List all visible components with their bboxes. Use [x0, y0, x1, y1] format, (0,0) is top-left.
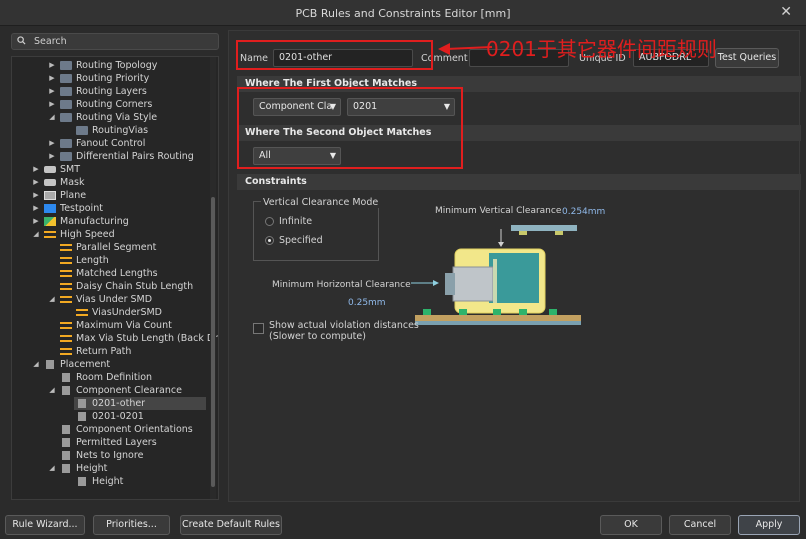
first-match-type-dropdown[interactable]: Component Cla ▼: [253, 98, 341, 116]
first-match-heading: Where The First Object Matches: [237, 76, 801, 92]
high-speed-icon: [44, 231, 56, 238]
collapse-arrow-icon[interactable]: ◢: [48, 462, 56, 475]
title-bar: PCB Rules and Constraints Editor [mm] ✕: [0, 0, 806, 26]
name-field[interactable]: 0201-other: [273, 49, 413, 67]
rules-tree-panel: Search ▶ Routing Topology ▶ Routing Prio…: [8, 30, 222, 500]
rule-icon: [76, 126, 88, 135]
high-speed-icon: [60, 335, 72, 342]
high-speed-icon: [60, 270, 72, 277]
search-input[interactable]: Search: [34, 36, 67, 47]
testpoint-icon: [44, 204, 56, 213]
infinite-radio[interactable]: [265, 217, 274, 226]
expand-arrow-icon[interactable]: ▶: [32, 163, 40, 176]
ok-button[interactable]: OK: [600, 515, 662, 535]
high-speed-icon: [60, 322, 72, 329]
test-queries-button[interactable]: Test Queries: [715, 48, 779, 68]
manufacturing-icon: [44, 217, 56, 226]
window-title: PCB Rules and Constraints Editor [mm]: [295, 7, 511, 20]
annotation-arrow-icon: [438, 43, 493, 55]
high-speed-icon: [60, 244, 72, 251]
apply-button[interactable]: Apply: [738, 515, 800, 535]
tree-scrollbar[interactable]: [210, 57, 216, 499]
first-match-object-dropdown[interactable]: 0201 ▼: [347, 98, 455, 116]
collapse-arrow-icon[interactable]: ◢: [48, 384, 56, 397]
rule-wizard-button[interactable]: Rule Wizard...: [5, 515, 85, 535]
expand-arrow-icon[interactable]: ▶: [48, 98, 56, 111]
expand-arrow-icon[interactable]: ▶: [32, 176, 40, 189]
collapse-arrow-icon[interactable]: ◢: [48, 111, 56, 124]
second-match-type-dropdown[interactable]: All ▼: [253, 147, 341, 165]
specified-radio[interactable]: [265, 236, 274, 245]
min-horizontal-clearance-label: Minimum Horizontal Clearance: [272, 280, 411, 290]
placement-icon: [62, 386, 70, 395]
scrollbar-thumb[interactable]: [211, 197, 215, 487]
rule-icon: [60, 87, 72, 96]
expand-arrow-icon[interactable]: ▶: [48, 72, 56, 85]
rule-icon: [60, 100, 72, 109]
high-speed-icon: [60, 283, 72, 290]
clearance-diagram: [411, 225, 581, 325]
rule-icon: [60, 61, 72, 70]
high-speed-icon: [60, 348, 72, 355]
placement-icon: [78, 477, 86, 486]
rule-icon: [60, 152, 72, 161]
chevron-down-icon: ▼: [329, 102, 336, 111]
rule-icon: [60, 139, 72, 148]
min-vertical-clearance-value[interactable]: 0.254mm: [562, 207, 605, 217]
expand-arrow-icon[interactable]: ▶: [48, 85, 56, 98]
placement-icon: [78, 412, 86, 421]
placement-icon: [62, 373, 70, 382]
expand-arrow-icon[interactable]: ▶: [32, 189, 40, 202]
rule-icon: [60, 113, 72, 122]
placement-icon: [78, 399, 86, 408]
chevron-down-icon: ▼: [443, 102, 450, 111]
placement-icon: [62, 451, 70, 460]
name-label: Name: [240, 53, 269, 64]
expand-arrow-icon[interactable]: ▶: [48, 137, 56, 150]
cancel-button[interactable]: Cancel: [669, 515, 731, 535]
show-violation-sublabel: (Slower to compute): [269, 331, 366, 342]
collapse-arrow-icon[interactable]: ◢: [32, 228, 40, 241]
high-speed-icon: [60, 257, 72, 264]
pcb-board: [415, 315, 581, 321]
expand-arrow-icon[interactable]: ▶: [48, 150, 56, 163]
high-speed-icon: [60, 296, 72, 303]
plane-icon: [44, 191, 56, 200]
create-default-rules-button[interactable]: Create Default Rules: [180, 515, 282, 535]
placement-icon: [46, 360, 54, 369]
tree-item-0201-other[interactable]: 0201-other: [74, 397, 206, 410]
placement-icon: [62, 425, 70, 434]
vertical-clearance-mode-group: [253, 201, 379, 261]
expand-arrow-icon[interactable]: ▶: [32, 215, 40, 228]
infinite-radio-label: Infinite: [279, 216, 313, 227]
placement-icon: [62, 464, 70, 473]
min-horizontal-clearance-value[interactable]: 0.25mm: [348, 298, 386, 308]
expand-arrow-icon[interactable]: ▶: [48, 59, 56, 72]
smt-icon: [44, 166, 56, 173]
min-vertical-clearance-label: Minimum Vertical Clearance: [435, 206, 562, 216]
priorities-button[interactable]: Priorities...: [93, 515, 170, 535]
vertical-clearance-mode-label: Vertical Clearance Mode: [261, 197, 381, 208]
annotation-label: 0201于其它器件间距规则: [486, 37, 717, 61]
search-icon: [17, 36, 26, 45]
show-violation-label: Show actual violation distances: [269, 320, 419, 331]
search-box[interactable]: Search: [11, 33, 219, 50]
upper-board: [511, 225, 577, 231]
show-violation-checkbox[interactable]: [253, 323, 264, 334]
collapse-arrow-icon[interactable]: ◢: [32, 358, 40, 371]
dialog-button-bar: Rule Wizard... Priorities... Create Defa…: [0, 508, 806, 539]
close-icon[interactable]: ✕: [780, 4, 792, 20]
mask-icon: [44, 179, 56, 186]
collapse-arrow-icon[interactable]: ◢: [48, 293, 56, 306]
expand-arrow-icon[interactable]: ▶: [32, 202, 40, 215]
high-speed-icon: [76, 309, 88, 316]
specified-radio-label: Specified: [279, 235, 323, 246]
constraints-heading: Constraints: [237, 174, 801, 190]
rule-editor-panel: Name 0201-other Comment Unique ID AUBFOD…: [228, 30, 801, 502]
rules-tree[interactable]: ▶ Routing Topology ▶ Routing Priority ▶ …: [11, 56, 219, 500]
rule-icon: [60, 74, 72, 83]
second-match-heading: Where The Second Object Matches: [237, 125, 801, 141]
chevron-down-icon: ▼: [329, 151, 336, 160]
placement-icon: [62, 438, 70, 447]
